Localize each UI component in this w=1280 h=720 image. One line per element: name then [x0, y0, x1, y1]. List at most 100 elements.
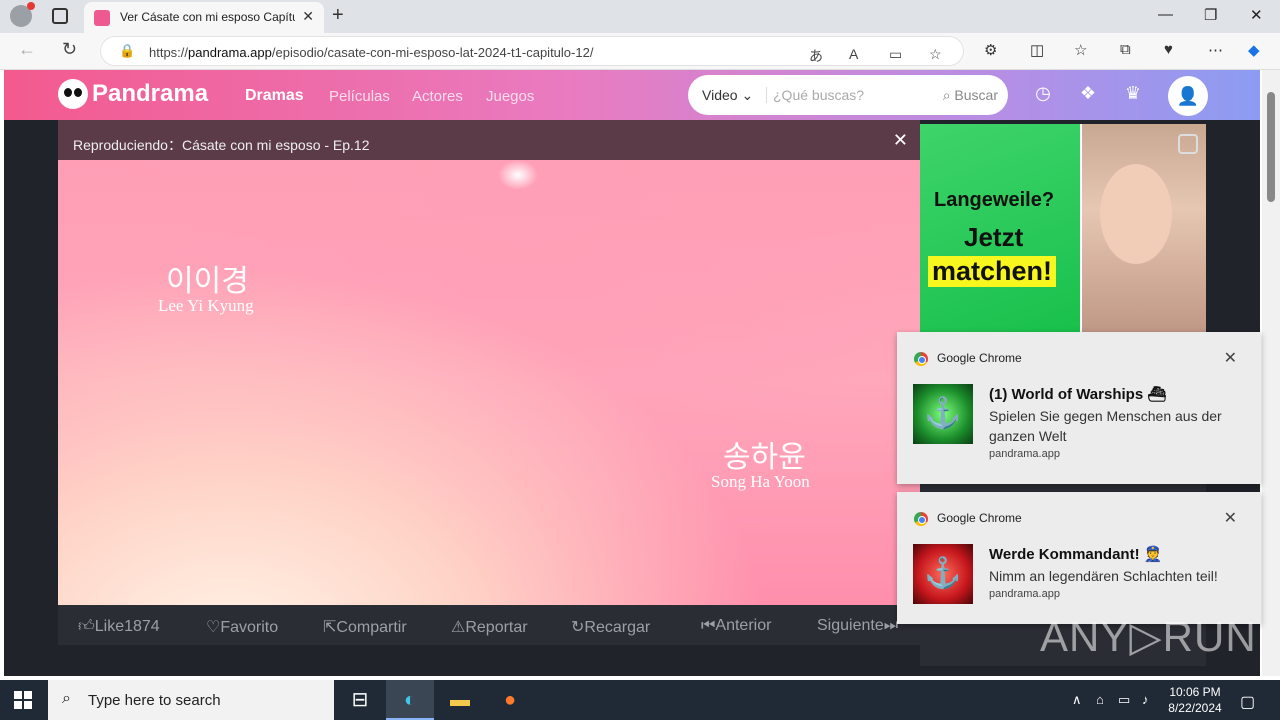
ad-line-3: matchen! [928, 256, 1057, 287]
url-text[interactable]: https://pandrama.app/episodio/casate-con… [149, 45, 593, 60]
taskbar-clock[interactable]: 10:06 PM 8/22/2024 [1164, 684, 1226, 716]
video-frame[interactable]: 이이경 Lee Yi Kyung 송하윤 Song Ha Yoon [58, 160, 920, 605]
credit-english-name-1: Lee Yi Kyung [158, 296, 254, 315]
ad-line-2: Jetzt [964, 222, 1024, 252]
advertisement[interactable]: Langeweile? Jetzt matchen! [920, 124, 1206, 336]
taskbar-search[interactable]: ⌕ Type here to search [48, 680, 334, 720]
notification-source: Google Chrome [937, 351, 1022, 365]
edge-icon[interactable]: ◐ [386, 680, 434, 720]
light-glow [498, 160, 538, 190]
ad-green-panel: Langeweile? Jetzt matchen! [920, 124, 1080, 336]
restore-icon[interactable]: ❐ [1204, 6, 1217, 24]
site-search: Video ⌄ ¿Qué buscas? ⌕ Buscar [688, 75, 1008, 115]
new-tab-icon[interactable]: + [332, 4, 344, 27]
now-playing-text: Reproduciendo：Cásate con mi esposo - Ep.… [73, 137, 370, 153]
reload-button[interactable]: ↻Recargar [571, 617, 650, 637]
copilot-icon[interactable]: ◆ [1248, 41, 1260, 59]
notification-body: Spielen Sie gegen Menschen aus der ganze… [989, 408, 1222, 444]
browser-toolbar: ← ↻ 🔒 https://pandrama.app/episodio/casa… [0, 33, 1280, 70]
tab-close-icon[interactable]: ✕ [302, 8, 314, 25]
site-header: Pandrama Dramas Películas Actores Juegos… [4, 70, 1260, 120]
performance-icon[interactable]: ♥ [1164, 41, 1173, 58]
windows-start-icon[interactable] [14, 691, 32, 709]
panda-logo-icon [58, 79, 88, 109]
more-menu-icon[interactable]: ⋯ [1208, 41, 1223, 59]
nav-juegos[interactable]: Juegos [486, 88, 534, 105]
profile-icon[interactable] [10, 2, 35, 27]
search-type-select[interactable]: Video ⌄ [702, 87, 753, 104]
nav-dramas[interactable]: Dramas [245, 87, 304, 105]
refresh-icon[interactable]: ↻ [62, 39, 77, 60]
task-view-icon[interactable]: ⊟ [336, 680, 384, 720]
reload-icon: ↻ [571, 619, 585, 636]
back-icon[interactable]: ← [18, 39, 36, 60]
browser-tab-bar: Ver Cásate con mi esposo Capítul ✕ + — ❐… [0, 0, 1280, 33]
search-input[interactable]: ¿Qué buscas? [766, 87, 864, 103]
notification-source: Google Chrome [937, 511, 1022, 525]
ad-line-1: Langeweile? [934, 189, 1055, 211]
share-button[interactable]: ⇱Compartir [323, 617, 407, 637]
history-icon[interactable]: ◷ [1032, 83, 1054, 105]
show-hidden-icons-icon[interactable]: ∧ [1072, 692, 1082, 708]
favorite-star-icon[interactable]: ☆ [929, 46, 942, 63]
credit-korean-name-2: 송하윤 [723, 440, 806, 475]
player-title-bar: Reproduciendo：Cásate con mi esposo - Ep.… [58, 120, 920, 160]
scrollbar-thumb[interactable] [1267, 92, 1275, 202]
apps-icon[interactable]: ❖ [1077, 83, 1099, 105]
site-favicon-icon [94, 10, 110, 26]
tab-title: Ver Cásate con mi esposo Capítul [120, 10, 295, 24]
notification-close-icon[interactable]: ✕ [1224, 348, 1237, 368]
crown-icon[interactable]: ♛ [1122, 83, 1144, 105]
windows-taskbar: ⌕ Type here to search ⊟ ◐ ▬ ● ∧ ⌂ ▭ ♪ 10… [0, 680, 1280, 720]
nav-actores[interactable]: Actores [412, 88, 463, 105]
player-actions-bar: 👍︎Like1874 ♡Favorito ⇱Compartir ⚠Reporta… [58, 605, 920, 645]
clock-time: 10:06 PM [1169, 685, 1221, 699]
notification-2[interactable]: Google Chrome ✕ ⚓ Werde Kommandant! 👮 Ni… [897, 492, 1261, 624]
notification-domain: pandrama.app [989, 448, 1060, 460]
clock-date: 8/22/2024 [1168, 701, 1222, 715]
firefox-icon[interactable]: ● [486, 680, 534, 720]
volume-icon[interactable]: ♪ [1142, 692, 1149, 707]
split-screen-icon[interactable]: ◫ [1030, 41, 1044, 59]
read-aloud-icon[interactable]: A [849, 46, 858, 62]
minimize-icon[interactable]: — [1158, 6, 1173, 23]
thumbs-up-icon: 👍︎ [78, 618, 95, 635]
ad-photo [1082, 124, 1206, 336]
favorite-button[interactable]: ♡Favorito [206, 617, 278, 637]
player-close-icon[interactable]: ✕ [893, 130, 908, 151]
like-button[interactable]: 👍︎Like1874 [78, 617, 160, 636]
ad-face-image [1100, 164, 1172, 264]
favorites-icon[interactable]: ☆ [1074, 41, 1087, 59]
credit-korean-name-1: 이이경 [166, 264, 249, 299]
search-icon: ⌕ [942, 87, 951, 103]
page-scrollbar[interactable] [1262, 70, 1280, 676]
meet-now-icon[interactable]: ⌂ [1096, 692, 1104, 707]
reader-view-icon[interactable]: ▭ [889, 46, 902, 63]
alert-icon: ⚠ [451, 619, 466, 636]
next-button[interactable]: Siguiente⏭ [817, 617, 898, 635]
translate-icon[interactable]: あ [809, 46, 823, 66]
lock-icon[interactable]: 🔒 [119, 43, 135, 59]
notification-title: Werde Kommandant! 👮 [989, 546, 1163, 563]
collections-icon[interactable]: ⧉ [1120, 41, 1131, 58]
window-close-icon[interactable]: ✕ [1250, 6, 1263, 24]
video-player: Reproduciendo：Cásate con mi esposo - Ep.… [58, 120, 920, 676]
report-button[interactable]: ⚠Reportar [451, 617, 528, 637]
notification-close-icon[interactable]: ✕ [1224, 508, 1237, 528]
next-icon: ⏭ [883, 617, 899, 634]
network-icon[interactable]: ▭ [1118, 692, 1130, 708]
user-avatar-icon[interactable]: 👤 [1168, 76, 1208, 116]
notification-1[interactable]: Google Chrome ✕ ⚓ (1) World of Warships … [897, 332, 1261, 484]
warships-red-icon: ⚓ [913, 544, 973, 604]
browser-tab[interactable]: Ver Cásate con mi esposo Capítul ✕ [84, 2, 324, 33]
tab-actions-icon[interactable] [52, 8, 68, 24]
previous-button[interactable]: ⏮Anterior [701, 617, 771, 635]
file-explorer-icon[interactable]: ▬ [436, 680, 484, 720]
address-bar[interactable]: 🔒 https://pandrama.app/episodio/casate-c… [100, 36, 964, 66]
site-logo[interactable]: Pandrama [58, 79, 208, 109]
ad-camera-icon [1178, 134, 1198, 154]
extensions-icon[interactable]: ⚙ [984, 41, 997, 59]
search-button[interactable]: ⌕ Buscar [943, 87, 998, 104]
nav-peliculas[interactable]: Películas [329, 88, 390, 105]
notification-center-icon[interactable]: ▢ [1240, 692, 1255, 712]
